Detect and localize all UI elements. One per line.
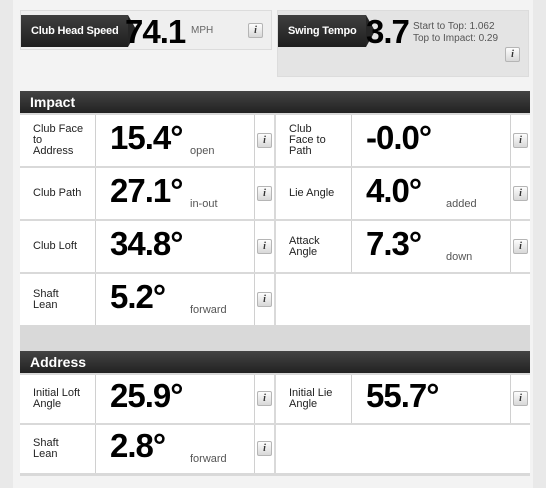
impact-club-face-to-address-label: Club Face to Address	[33, 124, 83, 157]
divider	[510, 115, 511, 166]
divider	[510, 375, 511, 423]
impact-club-loft-label: Club Loft	[33, 241, 77, 252]
divider	[95, 375, 96, 423]
impact-empty-cell	[276, 274, 530, 325]
club-head-speed-panel: Club Head Speed 74.1 MPH i	[20, 10, 272, 50]
divider	[510, 168, 511, 219]
impact-club-face-to-path-label: Club Face to Path	[289, 124, 326, 157]
divider	[510, 221, 511, 272]
address-initial-loft-angle-label: Initial Loft Angle	[33, 388, 80, 410]
impact-lie-angle-label-line: Lie Angle	[289, 187, 335, 199]
impact-club-face-to-address-value: 15.4°	[110, 118, 183, 156]
impact-attack-angle-value: 7.3°	[366, 224, 422, 262]
impact-shaft-lean-label-line: Lean	[33, 298, 58, 311]
impact-section-title: Impact	[20, 91, 530, 113]
impact-club-loft-cell: Club Loft 34.8° i	[20, 221, 274, 272]
address-initial-lie-angle-label-line: Angle	[289, 398, 318, 410]
divider	[351, 375, 352, 423]
impact-club-path-label: Club Path	[33, 188, 81, 199]
swing-tempo-label: Swing Tempo	[278, 15, 377, 47]
address-shaft-lean-unit: forward	[190, 453, 227, 465]
impact-club-path-cell: Club Path 27.1° in-out i	[20, 168, 274, 219]
divider	[95, 168, 96, 219]
impact-attack-angle-label-line: Attack	[289, 234, 320, 247]
impact-club-face-to-address-unit: open	[190, 144, 215, 157]
divider	[254, 221, 255, 272]
swing-tempo-start-to-top: Start to Top: 1.062	[413, 21, 495, 32]
address-initial-lie-angle-value: 55.7°	[366, 377, 439, 414]
divider	[254, 115, 255, 166]
impact-attack-angle-cell: Attack Angle 7.3° down i	[276, 221, 530, 272]
impact-club-face-to-address-cell: Club Face to Address 15.4° open i	[20, 115, 274, 166]
address-grid: Initial Loft Angle 25.9° i Initial Lie Angle 5…	[20, 373, 530, 476]
impact-shaft-lean-value: 5.2°	[110, 277, 166, 315]
swing-tempo-info-button[interactable]: i	[505, 47, 520, 62]
impact-club-path-info-button[interactable]: i	[257, 185, 272, 201]
impact-attack-angle-label-line: Angle	[289, 245, 318, 258]
impact-club-loft-value: 34.8°	[110, 224, 183, 262]
impact-club-face-to-address-label-line: Address	[33, 145, 74, 157]
address-shaft-lean-label: Shaft Lean	[33, 438, 59, 460]
impact-club-loft-info-button[interactable]: i	[257, 238, 272, 254]
club-head-speed-label: Club Head Speed	[21, 15, 138, 47]
impact-club-path-label-line: Club Path	[33, 187, 82, 199]
address-shaft-lean-info-button[interactable]: i	[257, 441, 272, 456]
impact-club-loft-label-line: Club Loft	[33, 240, 78, 252]
divider	[95, 425, 96, 473]
divider	[254, 375, 255, 423]
address-section: Address Initial Loft Angle 25.9° i Initial L…	[20, 351, 530, 476]
divider	[95, 274, 96, 325]
address-shaft-lean-cell: Shaft Lean 2.8° forward i	[20, 425, 274, 473]
address-initial-loft-angle-label-line: Angle	[33, 398, 62, 410]
divider	[254, 425, 255, 473]
impact-attack-angle-unit: down	[446, 250, 473, 263]
impact-section: Impact Club Face to Address 15.4° open i Club F…	[20, 91, 530, 356]
divider	[95, 221, 96, 272]
impact-shaft-lean-label: Shaft Lean	[33, 287, 59, 311]
impact-club-face-to-path-value: -0.0°	[366, 118, 432, 156]
swing-tempo-panel: Swing Tempo 3.7 Start to Top: 1.062 Top …	[277, 10, 529, 77]
address-initial-lie-angle-cell: Initial Lie Angle 55.7° i	[276, 375, 530, 423]
impact-club-face-to-address-info-button[interactable]: i	[257, 132, 272, 148]
address-empty-cell	[276, 425, 530, 473]
impact-club-path-unit: in-out	[190, 197, 218, 210]
impact-shaft-lean-info-button[interactable]: i	[257, 291, 272, 307]
address-initial-loft-angle-cell: Initial Loft Angle 25.9° i	[20, 375, 274, 423]
swing-tempo-top-to-impact: Top to Impact: 0.29	[413, 33, 499, 44]
divider	[351, 115, 352, 166]
address-shaft-lean-value: 2.8°	[110, 427, 166, 464]
divider	[95, 115, 96, 166]
address-section-title: Address	[20, 351, 530, 373]
impact-attack-angle-label: Attack Angle	[289, 234, 320, 258]
impact-lie-angle-cell: Lie Angle 4.0° added i	[276, 168, 530, 219]
club-head-speed-info-button[interactable]: i	[248, 23, 263, 38]
impact-club-face-to-path-label-line: Path	[289, 145, 312, 157]
divider	[254, 168, 255, 219]
divider	[351, 221, 352, 272]
club-head-speed-unit: MPH	[191, 25, 214, 36]
impact-club-face-to-path-info-button[interactable]: i	[513, 132, 528, 148]
impact-lie-angle-unit: added	[446, 197, 477, 210]
address-initial-lie-angle-info-button[interactable]: i	[513, 391, 528, 406]
impact-lie-angle-info-button[interactable]: i	[513, 185, 528, 201]
impact-attack-angle-info-button[interactable]: i	[513, 238, 528, 254]
address-initial-loft-angle-value: 25.9°	[110, 377, 183, 414]
address-initial-loft-angle-info-button[interactable]: i	[257, 391, 272, 406]
divider	[351, 168, 352, 219]
impact-shaft-lean-cell: Shaft Lean 5.2° forward i	[20, 274, 274, 325]
divider	[254, 274, 255, 325]
impact-lie-angle-label: Lie Angle	[289, 188, 334, 199]
address-shaft-lean-label-line: Lean	[33, 448, 58, 460]
impact-club-face-to-path-cell: Club Face to Path -0.0° i	[276, 115, 530, 166]
impact-grid: Club Face to Address 15.4° open i Club Face to P…	[20, 113, 530, 356]
address-initial-lie-angle-label: Initial Lie Angle	[289, 388, 332, 410]
impact-club-path-value: 27.1°	[110, 171, 183, 209]
club-head-speed-value: 74.1	[125, 13, 186, 50]
swing-tempo-value: 3.7	[366, 13, 410, 50]
impact-shaft-lean-unit: forward	[190, 303, 227, 316]
impact-shaft-lean-label-line: Shaft	[33, 287, 59, 300]
impact-lie-angle-value: 4.0°	[366, 171, 422, 209]
